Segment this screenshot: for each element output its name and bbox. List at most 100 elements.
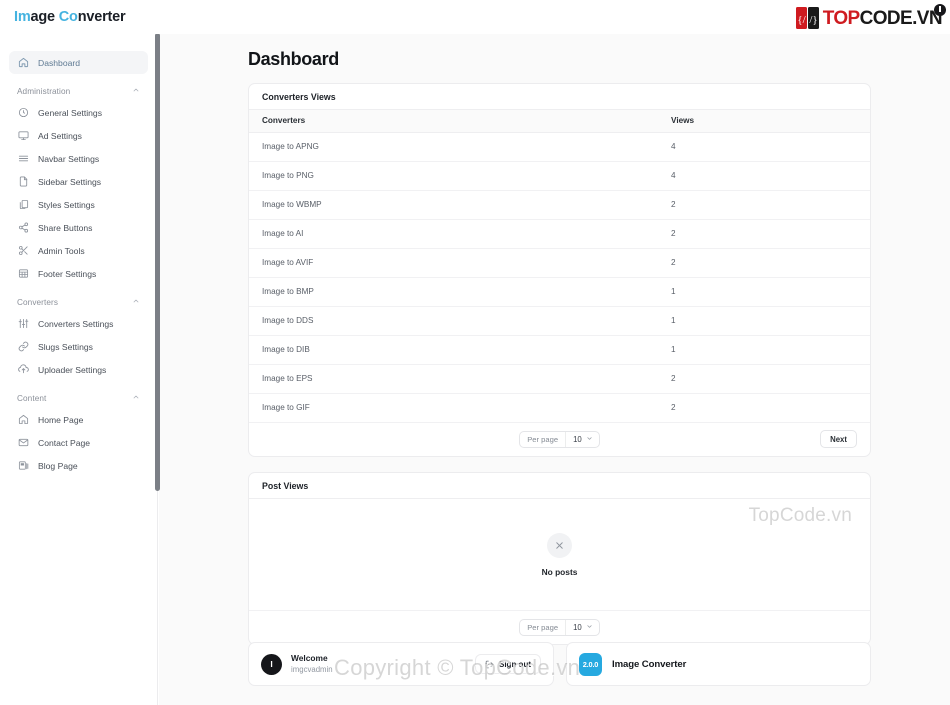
- avatar: I: [261, 653, 282, 675]
- sidebar-item-styles-settings[interactable]: Styles Settings: [9, 193, 148, 216]
- chevron-up-icon: [132, 393, 140, 403]
- table-row[interactable]: Image to GIF 2: [249, 393, 870, 423]
- table-row[interactable]: Image to EPS 2: [249, 364, 870, 394]
- cell-converter: Image to EPS: [249, 364, 658, 394]
- sidebar-item-label: Styles Settings: [38, 199, 95, 210]
- user-welcome-card: I Welcome imgcvadmin Sign out: [248, 642, 554, 686]
- cell-converter: Image to DDS: [249, 306, 658, 336]
- next-page-button[interactable]: Next: [820, 430, 857, 448]
- cell-views: 4: [658, 161, 870, 191]
- cell-views: 2: [658, 248, 870, 278]
- brand-accent-2: Co: [58, 9, 78, 25]
- sidebar: Dashboard Administration General Setting…: [0, 34, 158, 705]
- sidebar-group-label: Administration: [17, 86, 71, 96]
- monitor-icon: [17, 129, 30, 142]
- column-header-converters[interactable]: Converters: [249, 110, 658, 133]
- table-row[interactable]: Image to WBMP 2: [249, 190, 870, 220]
- menu-lines-icon: [17, 152, 30, 165]
- scissors-icon: [17, 244, 30, 257]
- sidebar-item-label: Sidebar Settings: [38, 176, 102, 187]
- cell-views: 1: [658, 306, 870, 336]
- sidebar-group-label: Content: [17, 393, 47, 403]
- cell-views: 1: [658, 277, 870, 307]
- table-row[interactable]: Image to DDS 1: [249, 306, 870, 336]
- sidebar-item-label: Navbar Settings: [38, 153, 100, 164]
- sidebar-item-footer-settings[interactable]: Footer Settings: [9, 262, 148, 285]
- empty-state-text: No posts: [541, 566, 578, 577]
- table-icon: [17, 267, 30, 280]
- sidebar-item-ad-settings[interactable]: Ad Settings: [9, 124, 148, 147]
- per-page-value: 10: [573, 434, 582, 444]
- sliders-icon: [17, 317, 30, 330]
- sign-out-button[interactable]: Sign out: [475, 654, 541, 674]
- per-page-select[interactable]: 10: [565, 620, 599, 635]
- cell-views: 2: [658, 393, 870, 423]
- sidebar-item-dashboard[interactable]: Dashboard: [9, 51, 148, 74]
- svg-text:/}: /}: [809, 14, 817, 26]
- post-views-card: Post Views No posts Per page 10: [248, 472, 871, 645]
- close-x-icon: [547, 532, 572, 558]
- per-page-value: 10: [573, 623, 582, 632]
- topcode-badge-dot: [934, 3, 946, 16]
- sidebar-item-admin-tools[interactable]: Admin Tools: [9, 239, 148, 262]
- table-row[interactable]: Image to APNG 4: [249, 132, 870, 162]
- sidebar-group-label: Converters: [17, 297, 59, 307]
- table-row[interactable]: Image to DIB 1: [249, 335, 870, 365]
- sidebar-item-converters-settings[interactable]: Converters Settings: [9, 312, 148, 335]
- cell-converter: Image to PNG: [249, 161, 658, 191]
- brand-mid-2: nverter: [77, 9, 126, 25]
- home-icon: [17, 413, 30, 426]
- sidebar-item-label: Dashboard: [38, 57, 81, 68]
- table-header-row: Converters Views: [249, 110, 870, 133]
- chevron-down-icon: [586, 435, 593, 444]
- chevron-up-icon: [132, 297, 140, 307]
- brand-mid-1: age: [30, 9, 59, 25]
- topcode-logo[interactable]: {/ /} TOPCODE.VN: [795, 3, 946, 30]
- cell-views: 2: [658, 364, 870, 394]
- sidebar-item-general-settings[interactable]: General Settings: [9, 101, 148, 124]
- table-row[interactable]: Image to BMP 1: [249, 277, 870, 307]
- sidebar-item-share-buttons[interactable]: Share Buttons: [9, 216, 148, 239]
- chevron-down-icon: [586, 623, 593, 632]
- topcode-braces-icon: {/ /}: [795, 7, 820, 29]
- sidebar-item-sidebar-settings[interactable]: Sidebar Settings: [9, 170, 148, 193]
- link-icon: [17, 340, 30, 353]
- sidebar-group-administration[interactable]: Administration: [17, 86, 140, 96]
- topcode-word-top: TOP: [822, 7, 861, 29]
- per-page-label: Per page: [527, 623, 559, 632]
- sidebar-item-uploader-settings[interactable]: Uploader Settings: [9, 358, 148, 381]
- per-page-control[interactable]: Per page 10: [519, 619, 600, 636]
- gear-icon: [17, 106, 30, 119]
- sidebar-item-slugs-settings[interactable]: Slugs Settings: [9, 335, 148, 358]
- blog-icon: [17, 459, 30, 472]
- topcode-wordmark: TOPCODE.VN: [822, 3, 946, 29]
- sidebar-group-converters[interactable]: Converters: [17, 297, 140, 307]
- cell-views: 2: [658, 219, 870, 249]
- sidebar-scrollbar-thumb[interactable]: [155, 33, 160, 491]
- svg-text:{/: {/: [797, 14, 806, 26]
- table-row[interactable]: Image to AVIF 2: [249, 248, 870, 278]
- table-row[interactable]: Image to AI 2: [249, 219, 870, 249]
- sidebar-group-content[interactable]: Content: [17, 393, 140, 403]
- sign-out-label: Sign out: [499, 659, 531, 669]
- per-page-select[interactable]: 10: [565, 431, 599, 447]
- sidebar-item-label: General Settings: [38, 107, 103, 118]
- sidebar-item-label: Footer Settings: [38, 268, 97, 279]
- sidebar-item-contact-page[interactable]: Contact Page: [9, 431, 148, 454]
- table-row[interactable]: Image to PNG 4: [249, 161, 870, 191]
- file-icon: [17, 175, 30, 188]
- sidebar-item-label: Slugs Settings: [38, 341, 93, 352]
- column-header-views[interactable]: Views: [658, 110, 870, 133]
- welcome-text-block: Welcome imgcvadmin: [291, 653, 333, 675]
- top-bar: Image Converter {/ /} TOPCODE.VN: [0, 0, 950, 34]
- sidebar-item-home-page[interactable]: Home Page: [9, 408, 148, 431]
- per-page-control[interactable]: Per page 10: [519, 430, 600, 448]
- app-brand: Image Converter: [14, 9, 126, 25]
- cell-converter: Image to GIF: [249, 393, 658, 423]
- mail-icon: [17, 436, 30, 449]
- sidebar-item-blog-page[interactable]: Blog Page: [9, 454, 148, 477]
- upload-cloud-icon: [17, 363, 30, 376]
- table-header: Converters Views: [249, 110, 870, 133]
- sidebar-item-label: Contact Page: [38, 437, 91, 448]
- sidebar-item-navbar-settings[interactable]: Navbar Settings: [9, 147, 148, 170]
